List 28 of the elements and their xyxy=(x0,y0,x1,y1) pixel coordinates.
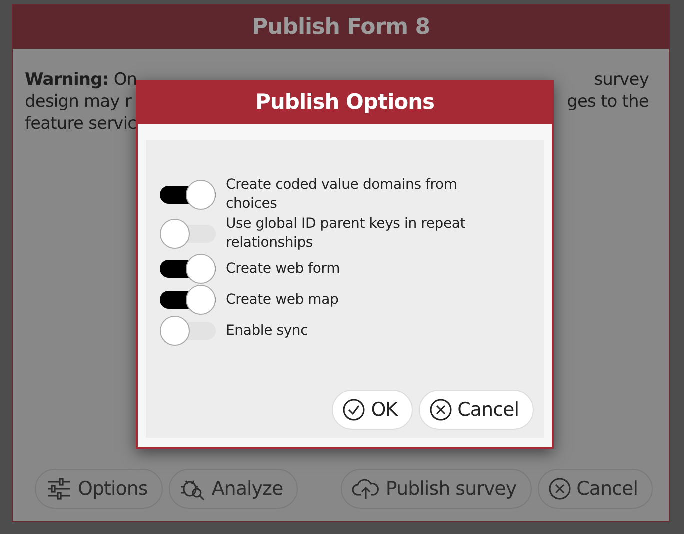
option-label: Enable sync xyxy=(226,322,310,340)
cancel-icon xyxy=(430,399,452,421)
window-title: Publish Form 8 xyxy=(252,14,430,40)
toggle-switch[interactable] xyxy=(160,180,216,210)
sliders-icon xyxy=(46,477,72,501)
warning-text: survey xyxy=(594,69,649,91)
warning-text: ges to the xyxy=(567,91,649,113)
option-label: Create coded value domains from choices xyxy=(226,176,458,214)
warning-text: design may r xyxy=(25,91,132,113)
warning-text: feature servic xyxy=(25,113,137,135)
cancel-button[interactable]: Cancel xyxy=(418,390,534,430)
ok-button[interactable]: OK xyxy=(332,390,413,430)
dialog-title: Publish Options xyxy=(255,90,435,114)
toggle-switch[interactable] xyxy=(160,254,216,284)
warning-text: Warning: On xyxy=(25,69,138,91)
toggle-switch[interactable] xyxy=(160,219,216,249)
options-button[interactable]: Options xyxy=(35,469,163,509)
toggle-switch[interactable] xyxy=(160,285,216,315)
option-label: Create web form xyxy=(226,260,342,278)
option-label: Use global ID parent keys in repeat relationships xyxy=(226,215,467,253)
cloud-upload-icon xyxy=(352,477,380,501)
toggle-switch[interactable] xyxy=(160,316,216,346)
check-icon xyxy=(343,399,366,421)
cancel-button[interactable]: Cancel xyxy=(538,469,653,509)
analyze-button[interactable]: Analyze xyxy=(168,469,298,509)
cancel-icon xyxy=(548,478,571,500)
option-label: Create web map xyxy=(226,290,340,310)
publish-button[interactable]: Publish survey xyxy=(340,469,532,509)
